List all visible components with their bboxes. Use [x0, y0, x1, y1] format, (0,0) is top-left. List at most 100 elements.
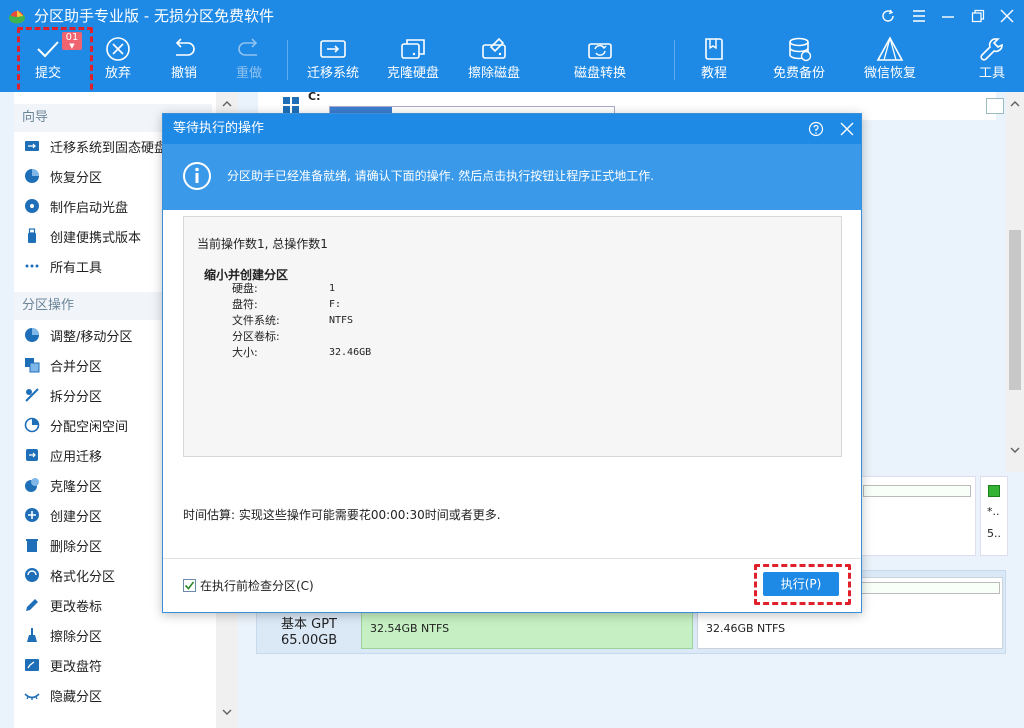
resize-partition-icon — [25, 328, 39, 342]
create-partition-icon — [25, 508, 39, 522]
hidden-eye-icon — [24, 693, 40, 700]
redo-icon — [238, 38, 258, 56]
discard-button[interactable]: 放弃 — [98, 32, 138, 92]
restore-icon — [971, 9, 985, 23]
info-icon — [183, 162, 211, 190]
change-letter-icon — [25, 659, 39, 671]
clone-disk-icon — [401, 39, 425, 59]
help-icon[interactable] — [808, 121, 824, 137]
time-estimate: 时间估算: 实现这些操作可能需要花00:00:30时间或者更多. — [183, 508, 501, 522]
clone-disk-button[interactable]: 克隆硬盘 — [386, 32, 440, 92]
check-before-execute-checkbox[interactable]: 在执行前检查分区(C) — [183, 577, 314, 594]
check-icon — [37, 41, 59, 58]
sidebar-item-hide-partition[interactable]: 隐藏分区 — [14, 680, 212, 710]
redo-button[interactable]: 重做 — [229, 32, 269, 92]
migrate-os-label: 迁移系统 — [306, 66, 359, 81]
wechat-recovery-button[interactable]: 微信恢复 — [862, 32, 918, 92]
undo-button[interactable]: 撤销 — [164, 32, 204, 92]
undo-icon — [175, 38, 195, 56]
op-fs-value: NTFS — [329, 315, 354, 326]
redo-label: 重做 — [235, 66, 262, 81]
view-toggle-icon[interactable] — [986, 98, 1004, 114]
main-scroll-down-icon[interactable] — [1006, 442, 1024, 458]
disk-convert-button[interactable]: 磁盘转换 — [573, 32, 627, 92]
main-scroll-thumb[interactable] — [1009, 230, 1021, 390]
recovery-icon — [876, 36, 904, 61]
discard-label: 放弃 — [104, 66, 131, 81]
broom-icon — [27, 628, 37, 642]
boot-disc-icon — [25, 199, 39, 213]
partition-bar-mini — [863, 485, 971, 497]
windows-drive-icon — [283, 97, 299, 113]
op-fs-label: 文件系统: — [232, 314, 280, 327]
undo-label: 撤销 — [170, 66, 197, 81]
pending-operations-dialog: 等待执行的操作 分区助手已经准备就绪, 请确认下面的操作. 然后点击执行按钮让程… — [162, 113, 862, 613]
disk-panel-right[interactable] — [860, 476, 976, 556]
app-migration-icon — [26, 449, 38, 461]
scroll-down-icon[interactable] — [216, 704, 238, 720]
book-icon — [705, 38, 723, 60]
tutorial-label: 教程 — [700, 66, 727, 81]
more-dots-icon — [25, 264, 39, 268]
app-window: 分区助手专业版 - 无损分区免费软件 提交 01 ▼ 放弃 撤销 重做 迁移系统… — [0, 0, 1024, 728]
sidebar-edge — [0, 92, 14, 728]
op-size-label: 大小: — [232, 346, 258, 359]
op-size-value: 32.46GB — [329, 347, 372, 358]
green-square-icon — [988, 485, 1000, 497]
operations-count: 当前操作数1, 总操作数1 — [197, 237, 328, 251]
merge-partition-icon — [25, 358, 40, 373]
checkbox-box[interactable] — [183, 579, 196, 592]
submit-label: 提交 — [34, 66, 61, 81]
sidebar-item-change-letter[interactable]: 更改盘符 — [14, 650, 212, 680]
main-scroll-up-icon[interactable] — [1006, 96, 1024, 112]
drive-c-label: C: — [308, 90, 321, 103]
app-logo-icon — [9, 10, 25, 24]
dialog-close-icon[interactable] — [840, 122, 854, 136]
op-letter-value: F: — [329, 299, 342, 310]
toolbar-divider — [287, 40, 288, 80]
migrate-ssd-icon — [25, 141, 39, 151]
toolbar: 提交 01 ▼ 放弃 撤销 重做 迁移系统 克隆硬盘 擦除磁盘 磁盘转换 教程 … — [0, 32, 1024, 92]
tutorial-button[interactable]: 教程 — [694, 32, 734, 92]
disk-convert-label: 磁盘转换 — [573, 66, 626, 81]
info-text: 分区助手已经准备就绪, 请确认下面的操作. 然后点击执行按钮让程序正式地工作. — [227, 169, 655, 183]
side-star-text: *.. — [987, 505, 1000, 518]
op-disk-label: 硬盘: — [232, 282, 258, 295]
close-button[interactable] — [996, 6, 1018, 26]
refresh-button[interactable] — [877, 6, 899, 26]
disk-type: 基本 GPT — [281, 617, 337, 632]
settings-menu-button[interactable] — [908, 6, 930, 26]
close-icon — [1000, 9, 1014, 23]
wipe-disk-label: 擦除磁盘 — [467, 66, 520, 81]
title-bar: 分区助手专业版 - 无损分区免费软件 — [0, 0, 1024, 32]
minimize-button[interactable] — [937, 6, 959, 26]
unallocated-panel[interactable]: *.. 5.. — [980, 476, 1008, 556]
op-volume-label: 分区卷标: — [232, 330, 280, 343]
op-letter-label: 盘符: — [232, 298, 258, 311]
partition-1-label: 32.54GB NTFS — [370, 622, 450, 635]
app-title: 分区助手专业版 - 无损分区免费软件 — [34, 7, 274, 25]
backup-icon — [789, 37, 812, 62]
toolbar-divider — [674, 40, 675, 80]
restore-button[interactable] — [967, 6, 989, 26]
sidebar-item-wipe-partition[interactable]: 擦除分区 — [14, 620, 212, 650]
wipe-disk-icon — [482, 37, 506, 59]
refresh-icon — [882, 9, 894, 22]
tools-button[interactable]: 工具 — [974, 32, 1010, 92]
wipe-disk-button[interactable]: 擦除磁盘 — [467, 32, 521, 92]
side-num-text: 5.. — [987, 527, 1001, 540]
scroll-up-icon[interactable] — [216, 96, 238, 112]
hamburger-icon — [913, 10, 925, 22]
usb-drive-icon — [28, 228, 36, 243]
wrench-icon — [980, 38, 1003, 61]
migrate-os-button[interactable]: 迁移系统 — [306, 32, 360, 92]
checkbox-label: 在执行前检查分区(C) — [200, 579, 314, 593]
label-edit-icon — [26, 599, 38, 611]
op-disk-value: 1 — [329, 283, 336, 294]
dialog-title: 等待执行的操作 — [173, 121, 265, 136]
execute-button[interactable]: 执行(P) — [763, 572, 839, 596]
main-scrollbar[interactable] — [1006, 92, 1024, 472]
disk-size: 65.00GB — [281, 633, 338, 648]
format-partition-icon — [25, 568, 39, 582]
free-backup-button[interactable]: 免费备份 — [771, 32, 827, 92]
